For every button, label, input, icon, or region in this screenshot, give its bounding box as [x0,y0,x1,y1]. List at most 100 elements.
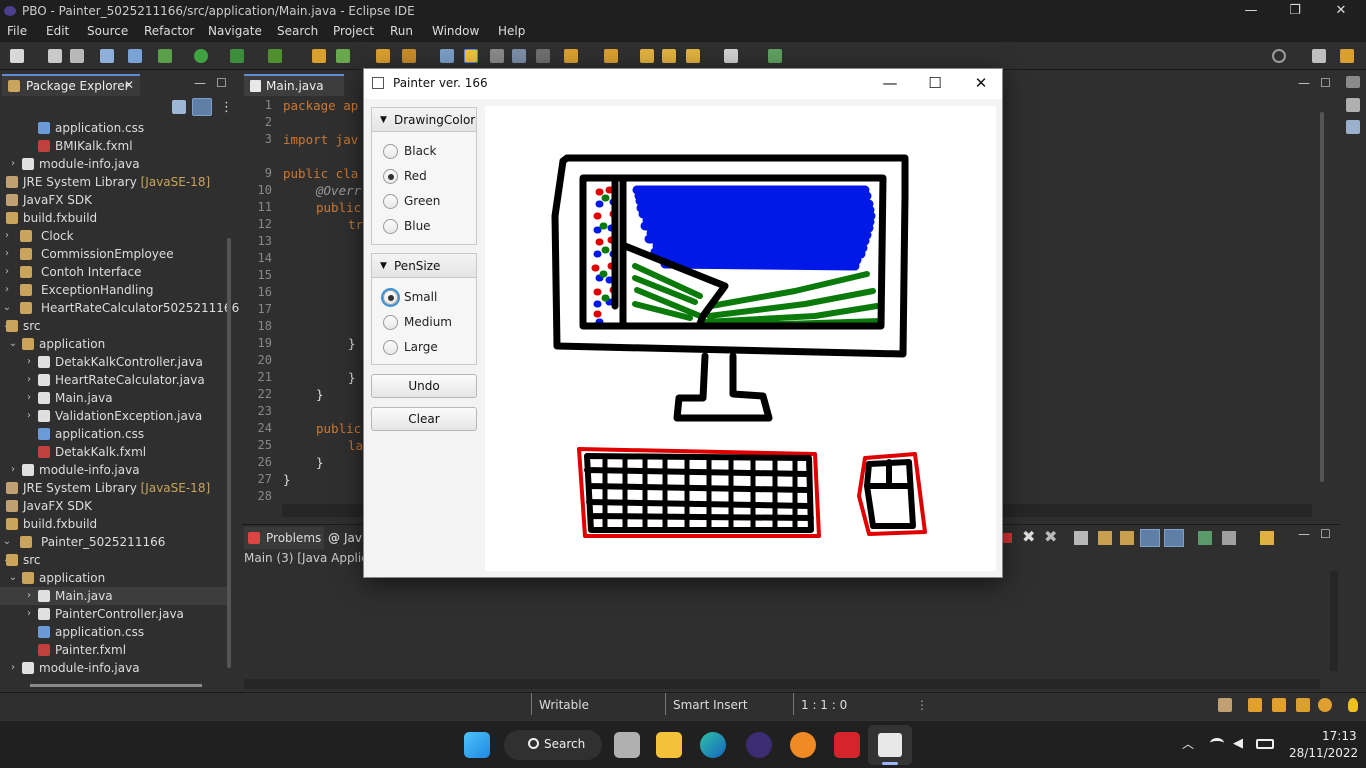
tree-item[interactable]: ⌄ application [0,335,230,353]
chevron-down-icon[interactable]: ⌄ [2,533,12,551]
tree-item[interactable]: › Contoh Interface [0,263,230,281]
painter-minimize-button[interactable]: — [867,69,913,99]
volume-icon[interactable]: ◀ [1233,736,1243,751]
menu-navigate[interactable]: Navigate [208,24,262,38]
notifications-icon[interactable] [1218,698,1232,712]
chevron-right-icon[interactable]: › [24,605,34,623]
mark-occurrences-icon[interactable] [464,49,478,63]
tree-item[interactable]: ›JRE System Library [JavaSE-18] [0,173,230,191]
chevron-right-icon[interactable]: › [8,461,18,479]
editor-maximize-icon[interactable]: ☐ [1320,76,1331,90]
tree-item[interactable]: build.fxbuild [0,209,230,227]
editor-tab-main-java[interactable]: Main.java [244,74,344,96]
tree-item[interactable]: › module-info.java [0,659,230,677]
chevron-right-icon[interactable]: › [24,587,34,605]
code-line-3[interactable]: import jav [283,132,358,147]
tree-item[interactable]: Painter.fxml [0,641,230,659]
outline-icon[interactable] [1346,98,1360,112]
terminate-icon[interactable] [1002,533,1012,543]
painter-maximize-button[interactable]: ☐ [912,69,958,99]
taskbar-search[interactable]: Search [504,730,602,760]
drawing-canvas[interactable] [485,106,996,571]
next-annotation-icon[interactable] [564,49,578,63]
edge-icon[interactable] [700,732,726,758]
menu-file[interactable]: File [7,24,27,38]
code-line-9[interactable]: public cla [283,166,358,181]
search-tool-icon[interactable] [402,49,416,63]
save-all-icon[interactable] [70,49,84,63]
package-explorer-tab[interactable]: Package Explorer ✕ [2,74,140,96]
search-icon[interactable] [1272,49,1286,63]
close-button[interactable]: ✕ [1318,0,1364,22]
bookmark-icon[interactable] [1248,698,1262,712]
tree-item[interactable]: ⌄ HeartRateCalculator5025211166 [0,299,239,317]
tree-item[interactable]: ⌄src [0,551,230,569]
tree-item[interactable]: › module-info.java [0,155,230,173]
chevron-right-icon[interactable]: › [8,155,18,173]
code-line-27[interactable]: } [283,472,291,487]
chevron-up-icon[interactable]: ︿ [1182,735,1194,752]
display-console-icon[interactable] [1222,531,1236,545]
code-line-11[interactable]: public [316,200,361,215]
open-type-icon[interactable] [376,49,390,63]
open-perspective-icon[interactable] [1312,49,1326,63]
tree-item[interactable]: › HeartRateCalculator.java [0,371,230,389]
remove-launch-icon[interactable]: ✖ [1022,527,1035,546]
forward-icon[interactable] [724,49,738,63]
code-line-12[interactable]: tr [348,217,363,232]
tree-item[interactable]: › DetakKalkController.java [0,353,230,371]
undo-button[interactable]: Undo [371,374,477,398]
minimize-icon[interactable]: — [194,76,206,90]
chevron-right-icon[interactable]: › [24,353,34,371]
acrobat-icon[interactable] [834,732,860,758]
show-whitespace-icon[interactable] [536,49,550,63]
tree-item[interactable]: › Main.java [0,587,230,605]
tree-scrollbar[interactable] [227,238,231,668]
tree-item[interactable]: › Main.java [0,389,230,407]
collapse-all-icon[interactable] [172,100,186,114]
tree-item[interactable]: › module-info.java [0,461,230,479]
new-icon[interactable] [10,49,24,63]
open-console-icon[interactable] [1260,531,1274,545]
chevron-right-icon[interactable]: › [2,245,12,263]
menu-help[interactable]: Help [498,24,525,38]
tasks-icon[interactable] [1272,698,1286,712]
chevron-down-icon[interactable]: ⌄ [8,335,18,353]
console-scrollbar[interactable] [1330,571,1338,671]
edit-icon[interactable] [1296,698,1310,712]
maximize-button[interactable]: ❐ [1272,0,1318,22]
skip-breakpoints-icon[interactable] [128,49,142,63]
panel-maximize-icon[interactable]: ☐ [1320,527,1331,541]
code-line-1[interactable]: package ap [283,98,358,113]
word-wrap-console-icon[interactable] [1120,531,1134,545]
tree-item[interactable]: ⌄ application [0,569,230,587]
terminal-icon[interactable] [100,49,114,63]
chevron-right-icon[interactable]: › [2,227,12,245]
java-app-taskbar-button[interactable] [868,725,912,765]
task-list-icon[interactable] [1346,120,1360,134]
view-menu-icon[interactable]: ⋮ [220,100,233,115]
tree-item[interactable]: ⌄src [0,317,230,335]
show-stderr-icon[interactable] [1164,529,1184,547]
word-wrap-icon[interactable] [512,49,526,63]
chevron-down-icon[interactable]: ⌄ [2,299,12,317]
external-tools-icon[interactable] [268,49,282,63]
painter-close-button[interactable]: ✕ [958,69,1004,99]
chevron-right-icon[interactable]: › [2,263,12,281]
eclipse-icon[interactable] [746,732,772,758]
restore-icon[interactable] [1346,76,1360,88]
link-with-editor-icon[interactable] [192,98,212,116]
java-perspective-icon[interactable] [1340,49,1354,63]
remove-all-icon[interactable]: ✖ [1044,527,1057,546]
chevron-right-icon[interactable]: › [24,389,34,407]
back-icon[interactable] [686,49,700,63]
tree-item[interactable]: › Clock [0,227,230,245]
chevron-right-icon[interactable]: › [24,371,34,389]
wifi-icon[interactable] [1210,738,1224,748]
task-view-icon[interactable] [614,732,640,758]
tree-item[interactable]: application.css [0,425,230,443]
forward-history-icon[interactable] [662,49,676,63]
chevron-right-icon[interactable]: › [24,407,34,425]
debug-icon[interactable] [158,49,172,63]
menu-project[interactable]: Project [333,24,374,38]
